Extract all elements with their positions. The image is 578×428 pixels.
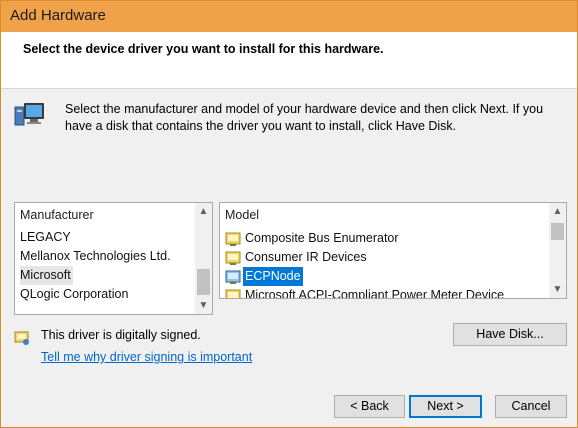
info-text-line-1: Select the manufacturer and model of you… xyxy=(65,102,544,116)
model-item-label: Microsoft ACPI-Compliant Power Meter Dev… xyxy=(245,288,505,299)
manufacturer-scrollbar[interactable]: ▲ ▼ xyxy=(195,203,212,314)
manufacturer-listbox[interactable]: Manufacturer LEGACY Mellanox Technologie… xyxy=(14,202,213,315)
driver-icon xyxy=(225,251,241,265)
cancel-button[interactable]: Cancel xyxy=(495,395,567,418)
have-disk-button[interactable]: Have Disk... xyxy=(453,323,567,346)
signed-driver-icon xyxy=(14,331,29,345)
model-scrollbar[interactable]: ▲ ▼ xyxy=(549,203,566,298)
model-item-label: Consumer IR Devices xyxy=(245,250,367,264)
wizard-header: Select the device driver you want to ins… xyxy=(1,32,577,89)
info-text-line-2: have a disk that contains the driver you… xyxy=(65,119,457,133)
manufacturer-column-header: Manufacturer xyxy=(20,208,94,222)
manufacturer-item-qlogic[interactable]: QLogic Corporation xyxy=(20,285,128,304)
model-column-header: Model xyxy=(225,208,260,222)
signature-status: This driver is digitally signed. xyxy=(41,328,201,342)
manufacturer-item-microsoft[interactable]: Microsoft xyxy=(20,266,73,285)
info-text: Select the manufacturer and model of you… xyxy=(65,101,565,135)
add-hardware-window: Add Hardware Select the device driver yo… xyxy=(0,0,578,428)
driver-signing-link[interactable]: Tell me why driver signing is important xyxy=(41,350,252,364)
driver-icon xyxy=(225,270,241,284)
model-item-label: ECPNode xyxy=(243,267,303,286)
scroll-down-arrow-icon[interactable]: ▼ xyxy=(195,297,212,314)
driver-icon xyxy=(225,289,241,298)
next-button[interactable]: Next > xyxy=(409,395,482,418)
back-button[interactable]: < Back xyxy=(334,395,405,418)
window-title: Add Hardware xyxy=(10,7,106,24)
title-bar[interactable]: Add Hardware xyxy=(1,1,577,32)
hardware-computer-icon xyxy=(14,103,44,126)
model-scroll-thumb[interactable] xyxy=(551,223,564,240)
scroll-up-arrow-icon[interactable]: ▲ xyxy=(195,203,212,220)
manufacturer-item-legacy[interactable]: LEGACY xyxy=(20,228,71,247)
driver-icon xyxy=(225,232,241,246)
model-item-label: Composite Bus Enumerator xyxy=(245,231,399,245)
scroll-down-arrow-icon[interactable]: ▼ xyxy=(549,281,566,298)
model-listbox[interactable]: Model Composite Bus Enumerator Consumer … xyxy=(219,202,567,299)
manufacturer-item-mellanox[interactable]: Mellanox Technologies Ltd. xyxy=(20,247,171,266)
scroll-up-arrow-icon[interactable]: ▲ xyxy=(549,203,566,220)
manufacturer-scroll-thumb[interactable] xyxy=(197,269,210,295)
page-heading: Select the device driver you want to ins… xyxy=(23,42,384,56)
